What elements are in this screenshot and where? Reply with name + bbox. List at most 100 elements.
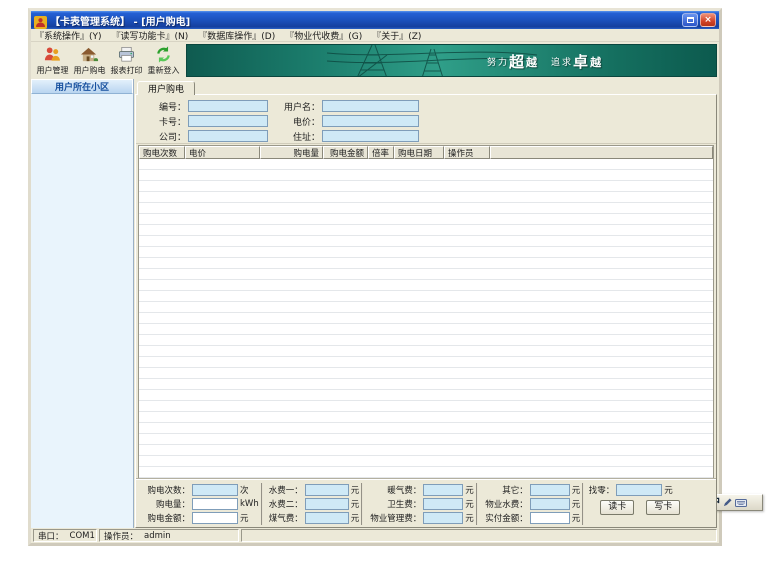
purchase-energy-unit: kWh <box>240 499 259 509</box>
close-icon: × <box>704 16 712 25</box>
fee-group-other: 其它：元 物业水费：元 实付金额：元 <box>476 483 583 525</box>
heating-input[interactable] <box>423 484 463 496</box>
ime-keyboard-icon[interactable] <box>735 499 747 507</box>
table-body[interactable] <box>139 159 713 478</box>
purchase-money-label: 购电金额： <box>140 512 190 524</box>
banner-slogan: 努力超越追求卓越 <box>487 45 603 77</box>
sanitation-input[interactable] <box>423 498 463 510</box>
banner: 努力超越追求卓越 <box>186 44 717 77</box>
gas-input[interactable] <box>305 512 349 524</box>
company-input[interactable] <box>188 130 268 142</box>
tab-user-purchase[interactable]: 用户购电 <box>137 81 195 95</box>
serial-port-value: COM1 <box>70 531 95 541</box>
menu-readwrite-card[interactable]: 『读写功能卡』(N) <box>112 29 189 42</box>
desktop: 【卡表管理系统】 - [用户购电] × 『系统操作』(Y) 『读写功能卡』(N)… <box>0 0 769 569</box>
restore-button[interactable] <box>682 13 698 27</box>
app-icon <box>34 14 47 27</box>
ime-pen-icon[interactable] <box>723 498 732 507</box>
column-header-ratio[interactable]: 倍率 <box>368 146 394 159</box>
address-input[interactable] <box>322 130 419 142</box>
toolbar-button-label: 报表打印 <box>111 65 143 76</box>
column-header-purchase-count[interactable]: 购电次数 <box>139 146 185 159</box>
operator-value: admin <box>144 531 171 541</box>
fee-group-water-gas: 水费一： 元 水费二： 元 煤气费： 元 <box>261 483 362 525</box>
actual-paid-label: 实付金额： <box>480 512 528 524</box>
close-button[interactable]: × <box>700 13 716 27</box>
purchase-records-table: 购电次数 电价 购电量 购电金额 倍率 购电日期 操作员 <box>138 145 714 479</box>
id-label: 编号： <box>142 100 186 113</box>
tab-strip: 用户购电 <box>135 79 717 94</box>
change-unit: 元 <box>664 484 673 496</box>
water1-label: 水费一： <box>265 484 303 496</box>
sanitation-label: 卫生费： <box>365 498 421 510</box>
other-label: 其它： <box>480 484 528 496</box>
purchase-money-input[interactable] <box>192 512 238 524</box>
purchase-money-unit: 元 <box>240 512 249 524</box>
status-serial-port: 串口： COM1 <box>33 529 97 542</box>
menu-database-operation[interactable]: 『数据库操作』(D) <box>198 29 275 42</box>
toolbar-button-label: 重新登入 <box>148 65 180 76</box>
change-input[interactable] <box>616 484 662 496</box>
water1-unit: 元 <box>351 484 360 496</box>
sidebar: 用户所在小区 <box>31 79 134 528</box>
id-input[interactable] <box>188 100 268 112</box>
read-card-button[interactable]: 读卡 <box>600 500 634 515</box>
menu-system-operation[interactable]: 『系统操作』(Y) <box>35 29 102 42</box>
property-mgmt-input[interactable] <box>423 512 463 524</box>
purchase-count-label: 购电次数： <box>140 484 190 496</box>
title-bar[interactable]: 【卡表管理系统】 - [用户购电] × <box>31 11 719 29</box>
serial-port-label: 串口： <box>38 530 64 542</box>
column-header-filler <box>490 146 713 159</box>
purchase-count-input[interactable] <box>192 484 238 496</box>
slogan-part: 超 <box>509 51 526 72</box>
status-bar: 串口： COM1 操作员： admin <box>31 528 719 543</box>
purchase-energy-label: 购电量： <box>140 498 190 510</box>
cardno-input[interactable] <box>188 115 268 127</box>
company-label: 公司： <box>142 130 186 143</box>
gas-label: 煤气费： <box>265 512 303 524</box>
purchase-energy-input[interactable] <box>192 498 238 510</box>
column-header-date[interactable]: 购电日期 <box>394 146 444 159</box>
community-tree[interactable] <box>31 94 133 528</box>
slogan-part: 努力 <box>487 55 509 68</box>
user-purchase-button[interactable]: 用户购电 <box>71 43 108 77</box>
table-header-row: 购电次数 电价 购电量 购电金额 倍率 购电日期 操作员 <box>139 146 713 159</box>
fee-group-purchase: 购电次数：次 购电量：kWh 购电金额：元 <box>138 483 261 525</box>
heating-unit: 元 <box>465 484 474 496</box>
username-input[interactable] <box>322 100 419 112</box>
property-water-unit: 元 <box>572 498 581 510</box>
tab-page-user-purchase: 编号： 用户名： 卡号： 电价： 公司： 住址： <box>135 94 717 528</box>
window-title: 【卡表管理系统】 - [用户购电] <box>50 13 682 28</box>
property-water-input[interactable] <box>530 498 570 510</box>
slogan-part: 越 <box>590 54 603 70</box>
fee-group-change-buttons: 找零：元 读卡 写卡 <box>582 483 682 525</box>
user-management-button[interactable]: 用户管理 <box>34 43 71 77</box>
gas-unit: 元 <box>351 512 360 524</box>
price-input[interactable] <box>322 115 419 127</box>
other-input[interactable] <box>530 484 570 496</box>
menu-bar: 『系统操作』(Y) 『读写功能卡』(N) 『数据库操作』(D) 『物业代收费』(… <box>31 29 719 42</box>
column-header-amount[interactable]: 购电金额 <box>323 146 368 159</box>
report-print-button[interactable]: 报表打印 <box>108 43 145 77</box>
column-header-operator[interactable]: 操作员 <box>444 146 490 159</box>
slogan-part: 卓 <box>573 51 590 72</box>
slogan-part: 越 <box>526 54 539 70</box>
water2-unit: 元 <box>351 498 360 510</box>
cardno-label: 卡号： <box>142 115 186 128</box>
status-empty-panel <box>241 529 717 542</box>
water2-input[interactable] <box>305 498 349 510</box>
fee-group-heating-property: 暖气费：元 卫生费：元 物业管理费：元 <box>361 483 476 525</box>
users-icon <box>43 45 62 64</box>
sanitation-unit: 元 <box>465 498 474 510</box>
heating-label: 暖气费： <box>365 484 421 496</box>
toolbar-button-label: 用户购电 <box>74 65 106 76</box>
actual-paid-input[interactable] <box>530 512 570 524</box>
water2-label: 水费二： <box>265 498 303 510</box>
relogin-button[interactable]: 重新登入 <box>145 43 182 77</box>
write-card-button[interactable]: 写卡 <box>646 500 680 515</box>
column-header-energy[interactable]: 购电量 <box>260 146 323 159</box>
menu-about[interactable]: 『关于』(Z) <box>372 29 421 42</box>
column-header-price[interactable]: 电价 <box>185 146 260 159</box>
water1-input[interactable] <box>305 484 349 496</box>
menu-property-fees[interactable]: 『物业代收费』(G) <box>285 29 362 42</box>
